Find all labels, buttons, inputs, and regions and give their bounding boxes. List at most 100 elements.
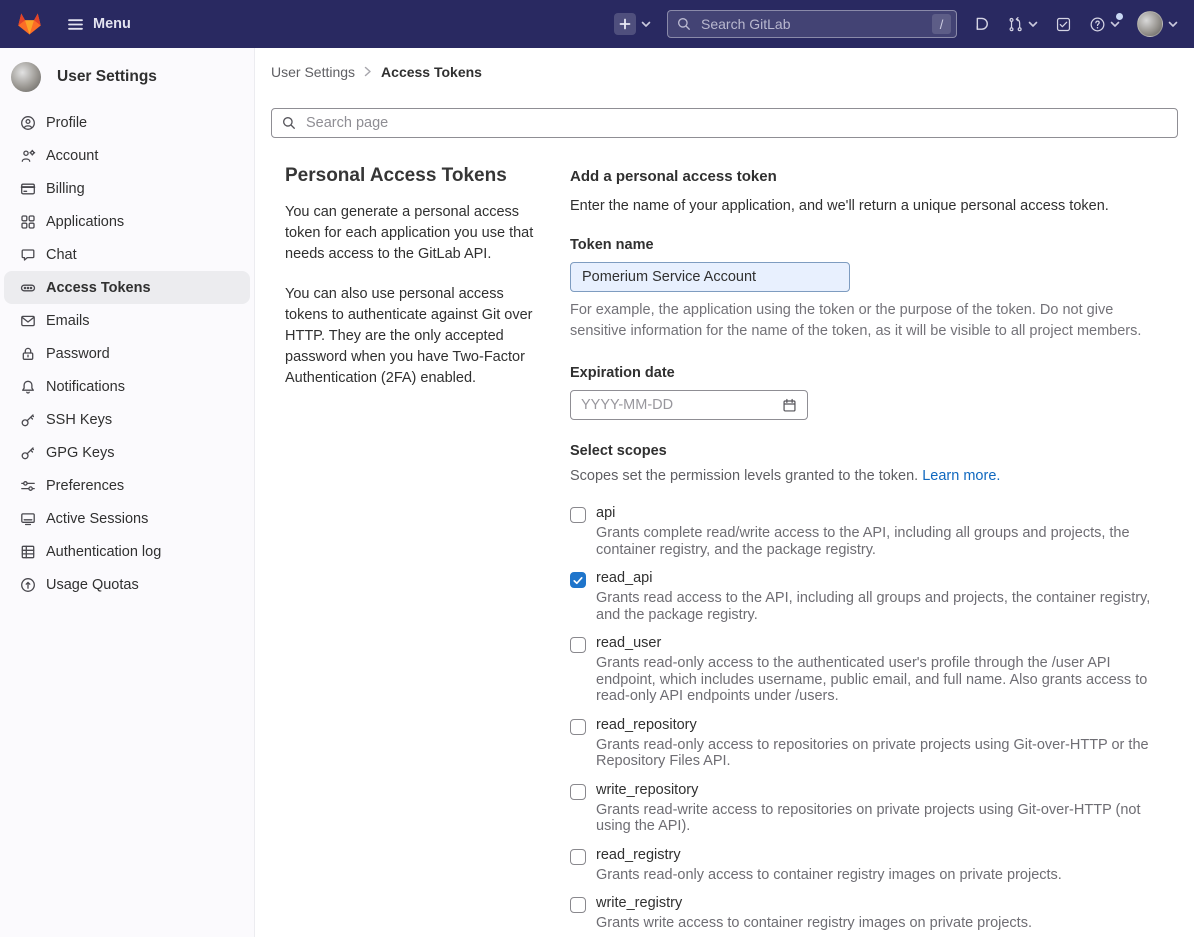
new-menu-button[interactable] [614, 13, 651, 35]
authentication-log-icon [20, 544, 36, 560]
help-button[interactable] [1089, 15, 1120, 33]
scope-description: Grants read-only access to the authentic… [596, 655, 1164, 705]
date-placeholder: YYYY-MM-DD [581, 397, 673, 413]
scope-checkbox[interactable] [570, 507, 586, 523]
billing-icon [20, 181, 36, 197]
sidebar-item-label: Access Tokens [46, 280, 151, 296]
scope-label[interactable]: read_user [596, 635, 1164, 651]
gpg-keys-icon [20, 445, 36, 461]
token-form: Add a personal access token Enter the na… [570, 159, 1178, 937]
gitlab-logo[interactable] [16, 11, 43, 37]
sidebar-item-password[interactable]: Password [0, 337, 254, 370]
menu-button[interactable]: Menu [67, 16, 131, 33]
applications-icon [20, 214, 36, 230]
chevron-right-icon [364, 64, 372, 80]
sidebar-item-active-sessions[interactable]: Active Sessions [0, 502, 254, 535]
expiration-date-label: Expiration date [570, 365, 1164, 381]
page-search-input[interactable] [304, 114, 1167, 132]
global-search-input[interactable] [699, 15, 924, 33]
scope-checkbox[interactable] [570, 897, 586, 913]
preferences-icon [20, 478, 36, 494]
scope-label[interactable]: read_repository [596, 717, 1164, 733]
scopes-intro-text: Scopes set the permission levels granted… [570, 468, 918, 484]
sidebar-header: User Settings [0, 58, 254, 102]
sidebar-item-emails[interactable]: Emails [0, 304, 254, 337]
chevron-down-icon [1168, 15, 1178, 33]
scopes-list: api Grants complete read/write access to… [570, 505, 1164, 932]
sidebar-item-profile[interactable]: Profile [0, 106, 254, 139]
sidebar-item-label: Emails [46, 313, 90, 329]
sidebar-item-gpg-keys[interactable]: GPG Keys [0, 436, 254, 469]
issues-icon [973, 16, 990, 33]
sidebar-item-authentication-log[interactable]: Authentication log [0, 535, 254, 568]
sidebar-item-preferences[interactable]: Preferences [0, 469, 254, 502]
top-navbar: Menu / [0, 0, 1194, 48]
scope-option-read_user: read_user Grants read-only access to the… [570, 635, 1164, 705]
user-avatar [1137, 11, 1163, 37]
scope-checkbox[interactable] [570, 572, 586, 588]
chat-icon [20, 247, 36, 263]
scope-checkbox[interactable] [570, 637, 586, 653]
todo-list-button[interactable] [1055, 16, 1072, 33]
settings-sidebar: User Settings Profile Account Billing Ap… [0, 48, 255, 937]
hamburger-menu-icon [67, 16, 84, 33]
scope-option-read_repository: read_repository Grants read-only access … [570, 717, 1164, 770]
token-name-label: Token name [570, 237, 1164, 253]
merge-requests-button[interactable] [1007, 15, 1038, 33]
sidebar-item-label: Profile [46, 115, 87, 131]
sidebar-item-label: Usage Quotas [46, 577, 139, 593]
ssh-keys-icon [20, 412, 36, 428]
help-icon [1089, 16, 1106, 33]
page-search[interactable] [271, 108, 1178, 138]
scope-checkbox[interactable] [570, 784, 586, 800]
scope-checkbox[interactable] [570, 719, 586, 735]
learn-more-link[interactable]: Learn more. [922, 468, 1000, 484]
sidebar-item-applications[interactable]: Applications [0, 205, 254, 238]
breadcrumb-parent[interactable]: User Settings [271, 64, 355, 80]
sidebar-item-label: GPG Keys [46, 445, 115, 461]
token-name-input[interactable] [570, 262, 850, 292]
sidebar-item-label: Applications [46, 214, 124, 230]
scope-option-api: api Grants complete read/write access to… [570, 505, 1164, 558]
merge-requests-icon [1007, 16, 1024, 33]
calendar-icon [782, 398, 797, 413]
sidebar-item-label: Preferences [46, 478, 124, 494]
global-search[interactable]: / [667, 10, 957, 38]
sidebar-item-account[interactable]: Account [0, 139, 254, 172]
sidebar-item-ssh-keys[interactable]: SSH Keys [0, 403, 254, 436]
sidebar-item-billing[interactable]: Billing [0, 172, 254, 205]
notifications-icon [20, 379, 36, 395]
sidebar-item-access-tokens[interactable]: Access Tokens [4, 271, 250, 304]
scope-checkbox[interactable] [570, 849, 586, 865]
sidebar-item-chat[interactable]: Chat [0, 238, 254, 271]
scope-description: Grants write access to container registr… [596, 915, 1032, 932]
scope-label[interactable]: write_registry [596, 895, 1032, 911]
scope-label[interactable]: write_repository [596, 782, 1164, 798]
scope-label[interactable]: api [596, 505, 1164, 521]
main-content: User Settings Access Tokens Personal Acc… [255, 48, 1194, 937]
scope-option-read_registry: read_registry Grants read-only access to… [570, 847, 1164, 884]
sidebar-item-label: Password [46, 346, 110, 362]
chevron-down-icon [1028, 15, 1038, 33]
scope-label[interactable]: read_registry [596, 847, 1062, 863]
chevron-down-icon [641, 15, 651, 33]
sidebar-item-label: Authentication log [46, 544, 161, 560]
breadcrumb-current: Access Tokens [381, 64, 482, 80]
search-icon [282, 116, 296, 130]
expiration-date-input[interactable]: YYYY-MM-DD [570, 390, 808, 420]
issues-button[interactable] [973, 16, 990, 33]
check-icon [573, 576, 583, 585]
sidebar-item-notifications[interactable]: Notifications [0, 370, 254, 403]
scope-description: Grants read-write access to repositories… [596, 802, 1164, 835]
plus-icon [614, 13, 636, 35]
user-menu-button[interactable] [1137, 11, 1178, 37]
active-sessions-icon [20, 511, 36, 527]
notification-dot [1116, 13, 1123, 20]
token-name-help: For example, the application using the t… [570, 300, 1164, 342]
account-icon [20, 148, 36, 164]
avatar [11, 62, 41, 92]
sidebar-item-label: Account [46, 148, 98, 164]
scope-option-write_registry: write_registry Grants write access to co… [570, 895, 1164, 932]
sidebar-item-usage-quotas[interactable]: Usage Quotas [0, 568, 254, 601]
scope-label[interactable]: read_api [596, 570, 1164, 586]
